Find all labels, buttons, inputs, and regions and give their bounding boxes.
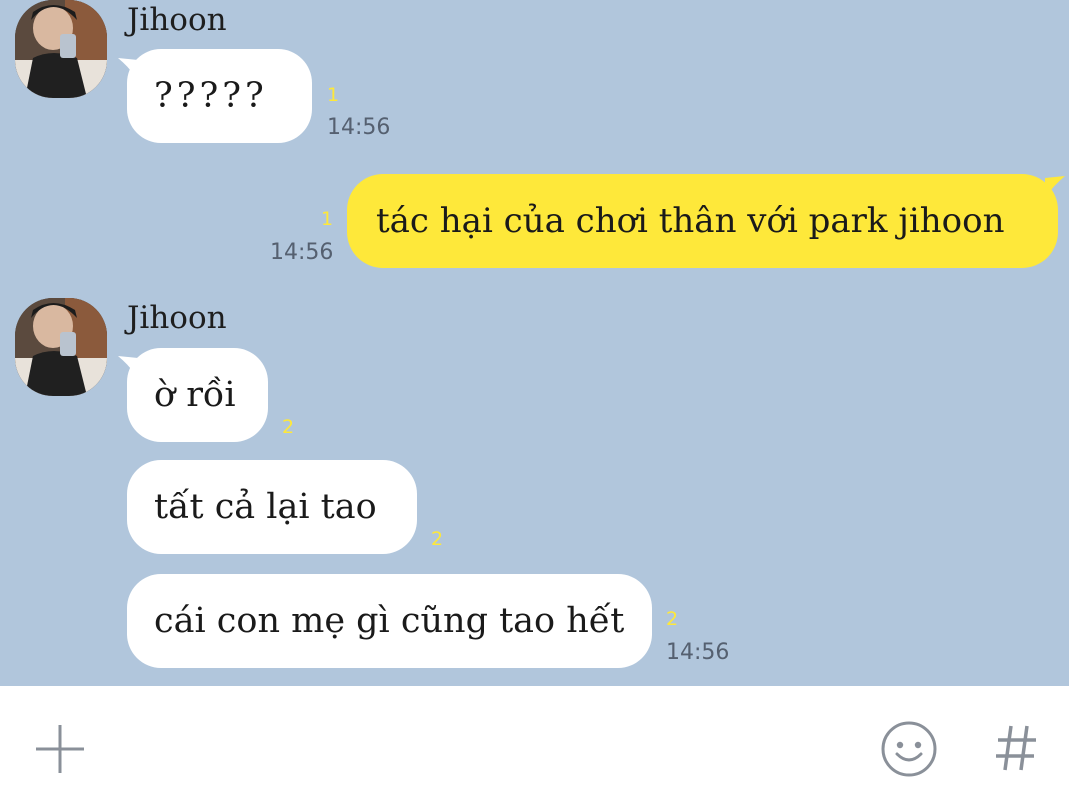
hashtag-icon[interactable] <box>994 723 1038 773</box>
message-bubble[interactable]: cái con mẹ gì cũng tao hết <box>127 574 652 668</box>
unread-count: 1 <box>321 208 334 230</box>
avatar[interactable] <box>15 298 107 396</box>
message-time: 14:56 <box>666 640 730 665</box>
message-bubble[interactable]: ????? <box>127 49 312 143</box>
unread-count: 2 <box>431 528 444 550</box>
avatar[interactable] <box>15 0 107 98</box>
message-input-bar[interactable] <box>0 686 1069 810</box>
unread-count: 1 <box>327 84 340 106</box>
message-bubble[interactable]: tất cả lại tao <box>127 460 417 554</box>
message-time: 14:56 <box>327 115 391 140</box>
chat-area: Jihoon ????? 1 14:56 1 14:56 tác hại của… <box>0 0 1069 686</box>
unread-count: 2 <box>666 608 679 630</box>
message-bubble[interactable]: tác hại của chơi thân với park jihoon <box>347 174 1058 268</box>
bubble-tail <box>1045 176 1065 198</box>
sender-name: Jihoon <box>127 2 227 38</box>
sender-name: Jihoon <box>127 300 227 336</box>
message-bubble[interactable]: ờ rồi <box>127 348 268 442</box>
unread-count: 2 <box>282 416 295 438</box>
emoji-icon[interactable] <box>880 720 938 778</box>
plus-icon[interactable] <box>34 723 86 775</box>
message-time: 14:56 <box>270 240 334 265</box>
